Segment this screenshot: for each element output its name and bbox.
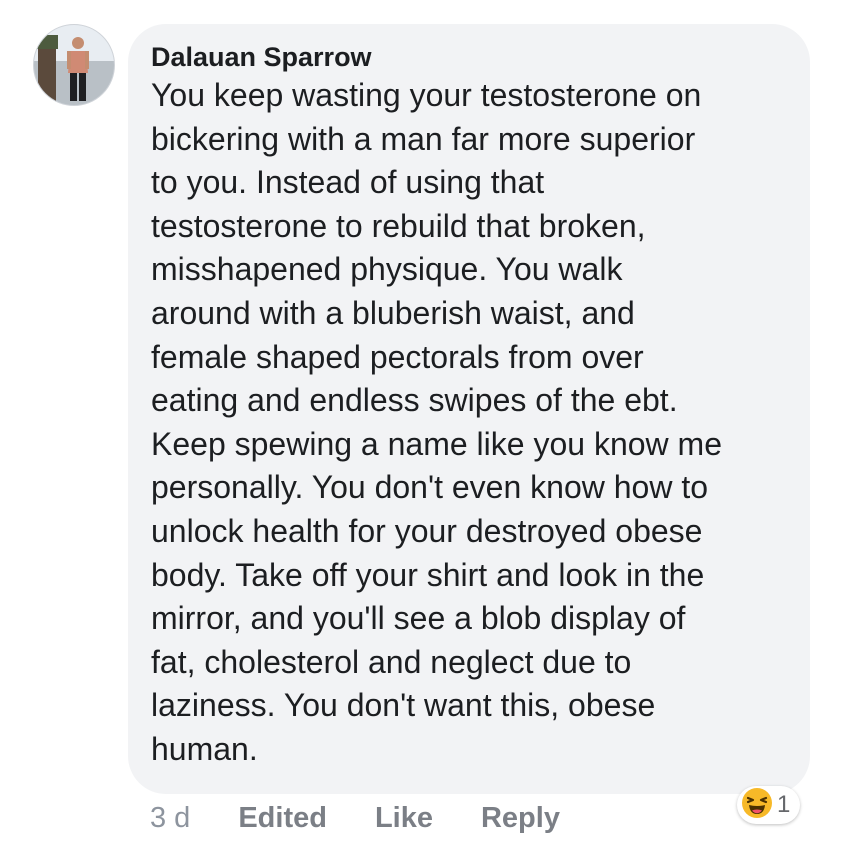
reply-button[interactable]: Reply (481, 802, 560, 835)
laughing-emoji-icon (741, 787, 773, 824)
comment-timestamp[interactable]: 3 d (150, 802, 190, 835)
comment-bubble: Dalauan Sparrow You keep wasting your te… (128, 24, 810, 794)
edited-link[interactable]: Edited (238, 802, 327, 835)
comment-text: You keep wasting your testosterone on bi… (151, 77, 722, 767)
reaction-summary[interactable]: 1 (737, 786, 801, 824)
reaction-count: 1 (777, 791, 791, 818)
comment-thread: Dalauan Sparrow You keep wasting your te… (0, 0, 843, 860)
avatar[interactable] (33, 24, 115, 106)
comment-actions: 3 d Edited Like Reply (150, 799, 560, 837)
like-button[interactable]: Like (375, 802, 433, 835)
avatar-photo-icon (34, 25, 114, 105)
comment-author-name[interactable]: Dalauan Sparrow (151, 40, 788, 74)
